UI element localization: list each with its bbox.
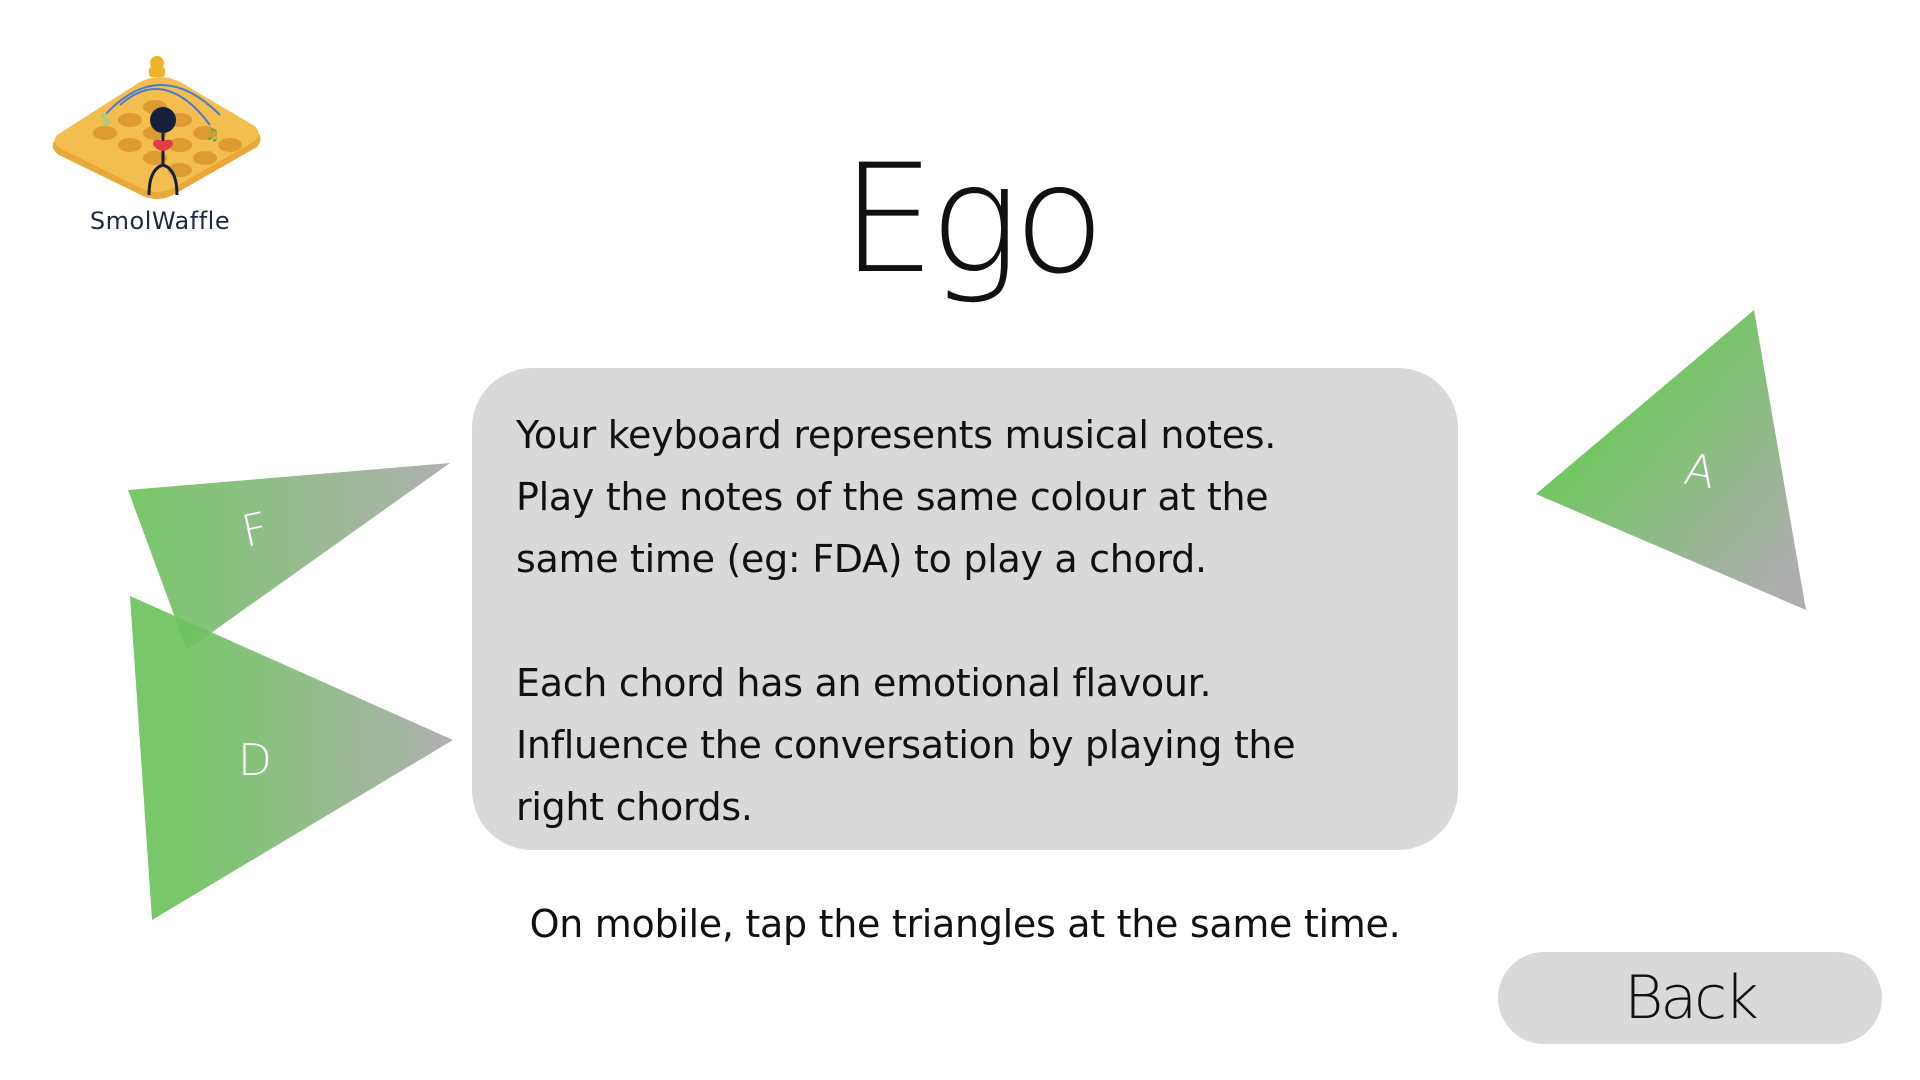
instruction-line: Play the notes of the same colour at the [516, 475, 1269, 519]
smolwaffle-logo: $ ♫ SmolWaffle [45, 45, 275, 245]
triangle-note-a[interactable]: A [1536, 310, 1806, 610]
back-button[interactable]: Back [1498, 952, 1882, 1044]
svg-text:$: $ [100, 109, 111, 130]
instructions-panel: Your keyboard represents musical notes. P… [472, 368, 1458, 850]
waffle-logo-icon: $ ♫ [52, 56, 261, 199]
page-title: Ego [840, 133, 1106, 307]
triangle-label-d: D [238, 735, 272, 786]
triangle-note-d[interactable]: D [130, 596, 453, 920]
logo-text: SmolWaffle [89, 207, 231, 235]
game-screen: $ ♫ SmolWaffle Ego F D A Your keyboard r… [0, 0, 1920, 1080]
svg-text:♫: ♫ [205, 125, 219, 144]
panel-spacer [516, 590, 1414, 652]
instruction-line: Each chord has an emotional flavour. [516, 661, 1212, 705]
mobile-hint: On mobile, tap the triangles at the same… [529, 902, 1401, 946]
instruction-line: right chords. [516, 785, 753, 829]
instruction-line: same time (eg: FDA) to play a chord. [516, 537, 1207, 581]
instruction-line: Your keyboard represents musical notes. [516, 413, 1277, 457]
instruction-line: Influence the conversation by playing th… [516, 723, 1296, 767]
